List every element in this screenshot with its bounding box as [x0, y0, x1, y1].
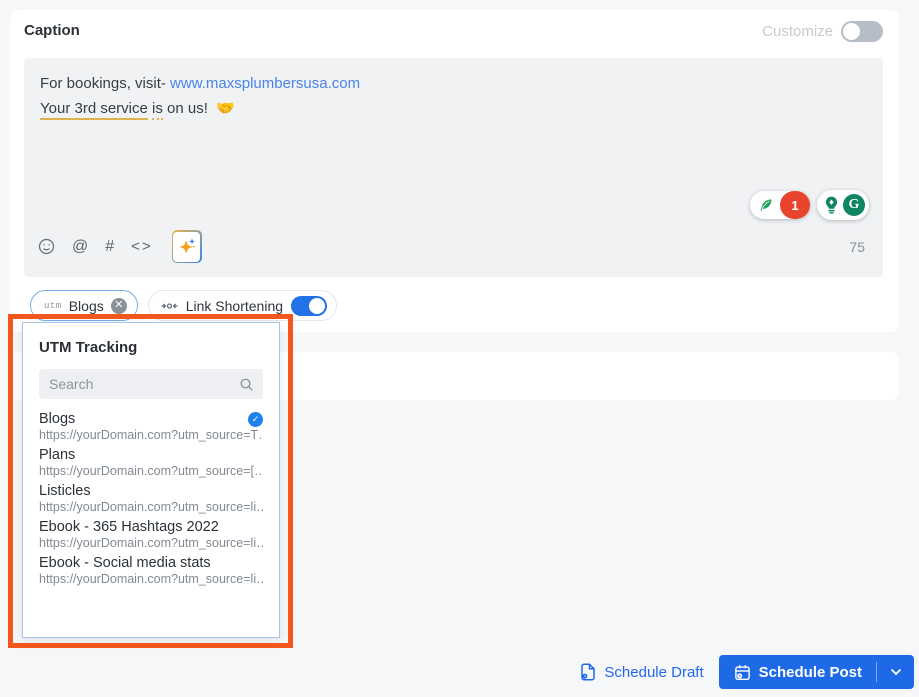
search-icon	[239, 377, 254, 392]
utm-item-url: https://yourDomain.com?utm_source=li…	[39, 536, 263, 550]
utm-item-url: https://yourDomain.com?utm_source=li…	[39, 500, 263, 514]
handshake-emoji: 🤝	[216, 100, 235, 117]
caption-line1: For bookings, visit-	[40, 75, 171, 92]
link-shortening-toggle[interactable]	[291, 295, 328, 316]
caption-link[interactable]: www.maxsplumbersusa.com	[170, 75, 360, 92]
mention-icon[interactable]: @	[72, 238, 88, 256]
draft-document-icon	[580, 663, 596, 681]
alert-count-badge: 1	[780, 191, 810, 219]
utm-search-box[interactable]	[39, 369, 263, 399]
utm-list-item[interactable]: Listicles https://yourDomain.com?utm_sou…	[39, 483, 263, 514]
feather-icon	[759, 198, 773, 212]
ai-assistant-button[interactable]	[171, 230, 202, 263]
utm-list-item[interactable]: Ebook - 365 Hashtags 2022 https://yourDo…	[39, 519, 263, 550]
grammarly-alert-badge[interactable]: 1	[750, 191, 810, 219]
chips-row: utm Blogs ✕ Link Shortening	[30, 290, 338, 321]
caption-line2-rest: on us!	[167, 100, 208, 117]
caption-title: Caption	[24, 22, 80, 39]
utm-item-name: Blogs	[39, 411, 76, 427]
caption-editor[interactable]: For bookings, visit- www.maxsplumbersusa…	[24, 58, 883, 277]
utm-item-url: https://yourDomain.com?utm_source=T…	[39, 428, 263, 442]
utm-tag-icon: utm	[44, 300, 62, 311]
utm-list-item[interactable]: Blogs ✓ https://yourDomain.com?utm_sourc…	[39, 411, 263, 442]
emoji-picker-icon[interactable]	[38, 238, 55, 255]
hashtag-icon[interactable]: #	[105, 238, 114, 256]
customize-control[interactable]: Customize	[762, 21, 883, 42]
footer-actions: Schedule Draft Schedule Post	[580, 655, 914, 689]
code-snippet-icon[interactable]: <>	[131, 238, 153, 255]
utm-item-name: Listicles	[39, 483, 91, 499]
utm-dropdown-panel: UTM Tracking Blogs ✓ https://yourDomain.…	[22, 322, 280, 638]
character-count: 75	[849, 239, 865, 255]
schedule-post-main[interactable]: Schedule Post	[719, 664, 876, 681]
utm-search-input[interactable]	[39, 376, 239, 392]
remove-utm-icon[interactable]: ✕	[110, 297, 127, 314]
utm-dropdown-title: UTM Tracking	[39, 339, 138, 356]
utm-blogs-chip[interactable]: utm Blogs ✕	[30, 290, 138, 321]
utm-item-url: https://yourDomain.com?utm_source=[…	[39, 464, 263, 478]
utm-item-name: Ebook - 365 Hashtags 2022	[39, 519, 219, 535]
utm-item-name: Plans	[39, 447, 76, 463]
chevron-down-icon	[890, 668, 902, 676]
calendar-clock-icon	[734, 664, 751, 681]
lightbulb-icon	[824, 195, 839, 215]
link-shortening-chip[interactable]: Link Shortening	[147, 290, 338, 321]
utm-list-item[interactable]: Plans https://yourDomain.com?utm_source=…	[39, 447, 263, 478]
link-shortening-label: Link Shortening	[185, 297, 284, 314]
utm-chip-label: Blogs	[68, 297, 104, 314]
utm-list: Blogs ✓ https://yourDomain.com?utm_sourc…	[39, 411, 263, 586]
utm-list-item[interactable]: Ebook - Social media stats https://yourD…	[39, 555, 263, 586]
spellcheck-underlined-text[interactable]: Your 3rd service	[40, 100, 148, 120]
grammarly-suggestion-badge[interactable]: G	[817, 190, 869, 220]
spellcheck-dotted-text[interactable]: is	[152, 100, 163, 120]
schedule-draft-button[interactable]: Schedule Draft	[580, 663, 704, 681]
grammarly-logo-icon: G	[843, 194, 865, 216]
schedule-post-label: Schedule Post	[758, 663, 862, 681]
post-composer-page: Caption Customize For bookings, visit- w…	[0, 0, 919, 697]
customize-toggle[interactable]	[841, 21, 883, 42]
schedule-post-button[interactable]: Schedule Post	[718, 655, 914, 689]
schedule-post-dropdown[interactable]	[877, 655, 914, 689]
schedule-draft-label: Schedule Draft	[604, 663, 704, 681]
sparkle-icon	[177, 236, 197, 258]
grammarly-badges: 1 G	[750, 190, 869, 220]
caption-card: Caption Customize For bookings, visit- w…	[10, 10, 899, 332]
utm-item-name: Ebook - Social media stats	[39, 555, 211, 571]
customize-label: Customize	[762, 23, 833, 40]
link-shorten-icon	[161, 299, 178, 313]
editor-toolbar: @ # <>	[38, 230, 202, 263]
utm-item-url: https://yourDomain.com?utm_source=li…	[39, 572, 263, 586]
caption-text[interactable]: For bookings, visit- www.maxsplumbersusa…	[24, 58, 883, 134]
selected-check-icon: ✓	[248, 411, 263, 427]
